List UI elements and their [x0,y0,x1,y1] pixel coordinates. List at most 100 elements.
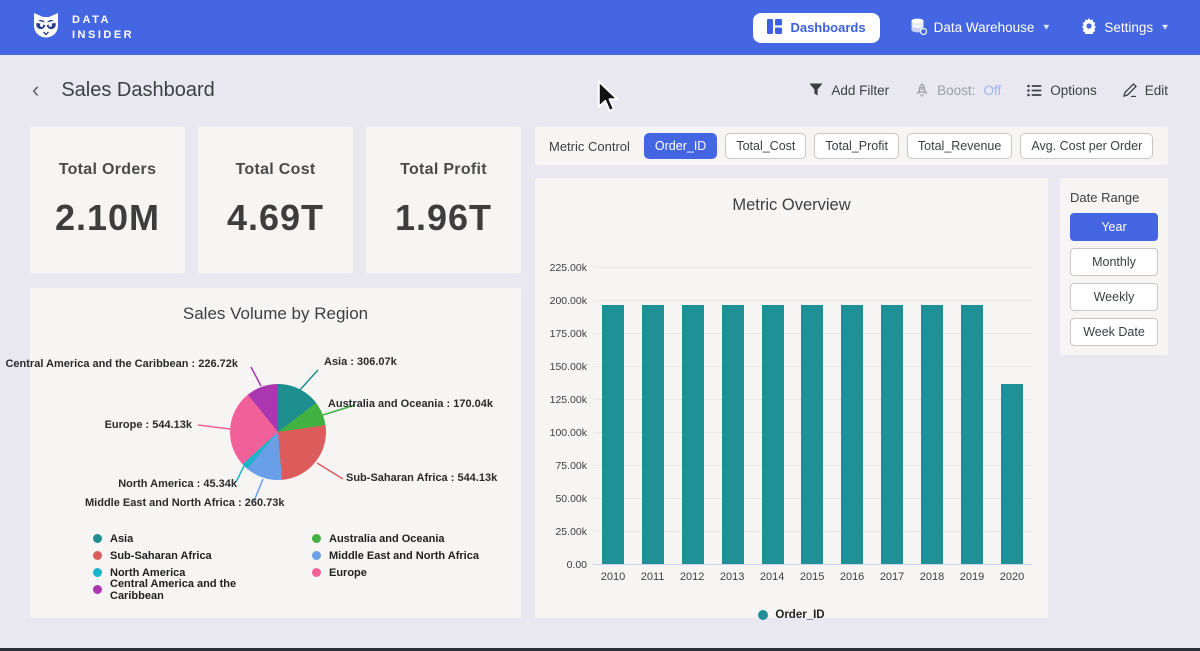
kpi-label: Total Orders [59,161,157,179]
bar-2011[interactable] [642,305,664,564]
kpi-card-total-orders: Total Orders2.10M [30,127,185,273]
metric-chip-avg-cost-per-order[interactable]: Avg. Cost per Order [1020,133,1153,159]
kpi-value: 4.69T [227,197,324,239]
y-tick-label: 100.00k [537,427,587,439]
nav-settings[interactable]: Settings ▼ [1081,18,1170,37]
bar-2016[interactable] [841,305,863,564]
pie-callout-north-america: North America : 45.34k [118,478,237,490]
bar-plot-area: 225.00k200.00k175.00k150.00k125.00k100.0… [593,267,1032,564]
x-tick-label-2020: 2020 [1000,571,1024,583]
y-tick-label: 200.00k [537,295,587,307]
x-tick-label-2017: 2017 [880,571,904,583]
pie-legend-item-europe: Europe [312,564,479,581]
pie-legend-item-sub-saharan-africa: Sub-Saharan Africa [93,547,290,564]
metric-control-bar: Metric Control Order_ID Total_Cost Total_P… [535,127,1168,165]
kpi-card-total-cost: Total Cost4.69T [198,127,353,273]
y-tick-label: 25.00k [537,526,587,538]
edit-button[interactable]: Edit [1123,83,1168,98]
kpi-card-total-profit: Total Profit1.96T [366,127,521,273]
metric-chip-order-id[interactable]: Order_ID [644,133,717,159]
pencil-icon [1123,83,1137,97]
x-tick-label-2013: 2013 [720,571,744,583]
pie-legend-label: Europe [329,567,367,579]
gridline [593,564,1032,565]
rocket-icon [915,83,929,98]
sales-volume-pie-panel: Sales Volume by Region Asia : 306.07k Au… [30,288,521,618]
metric-chip-total-profit[interactable]: Total_Profit [814,133,899,159]
date-range-monthly[interactable]: Monthly [1070,248,1158,276]
bar-2010[interactable] [602,305,624,564]
chevron-down-icon: ▼ [1041,23,1051,32]
brand-line2: INSIDER [72,28,134,43]
bar-2013[interactable] [722,305,744,564]
boost-toggle[interactable]: Boost: Off [915,83,1001,98]
metric-chip-total-cost[interactable]: Total_Cost [725,133,806,159]
pie-legend-item-asia: Asia [93,530,290,547]
bar-2018[interactable] [921,305,943,564]
edit-label: Edit [1145,83,1168,98]
x-tick-label-2010: 2010 [601,571,625,583]
pie-legend-label: Australia and Oceania [329,533,445,545]
y-tick-label: 50.00k [537,493,587,505]
y-tick-label: 150.00k [537,361,587,373]
brand[interactable]: DATA INSIDER [30,9,134,46]
database-icon [910,18,927,38]
x-tick-label-2011: 2011 [641,571,665,583]
add-filter-button[interactable]: Add Filter [809,83,889,98]
pie-callout-europe: Europe : 544.13k [105,419,192,431]
pie-legend-label: Middle East and North Africa [329,550,479,562]
bar-2017[interactable] [881,305,903,564]
date-range-title: Date Range [1070,190,1158,205]
y-tick-label: 0.00 [537,559,587,571]
metric-chips: Order_ID Total_Cost Total_Profit Total_Reve… [644,133,1153,159]
bar-2019[interactable] [961,305,983,564]
nav-data-warehouse[interactable]: Data Warehouse ▼ [910,18,1052,38]
bar-chart-legend[interactable]: Order_ID [535,609,1048,621]
pie-callout-australia-oceania: Australia and Oceania : 170.04k [328,398,493,410]
pie-chart[interactable] [230,384,326,480]
legend-dot [312,568,321,577]
y-tick-label: 75.00k [537,460,587,472]
legend-dot [758,610,768,620]
pie-callout-asia: Asia : 306.07k [324,356,397,368]
pie-callout-middle-east-north-africa: Middle East and North Africa : 260.73k [85,497,284,509]
legend-dot [93,568,102,577]
kpi-value: 1.96T [395,197,492,239]
back-button[interactable]: ‹ [32,79,39,101]
y-tick-label: 125.00k [537,394,587,406]
page-title: Sales Dashboard [61,79,214,102]
pie-callout-sub-saharan-africa: Sub-Saharan Africa : 544.13k [346,472,497,484]
legend-series-label: Order_ID [775,609,824,621]
x-tick-label-2016: 2016 [840,571,864,583]
bar-2020[interactable] [1001,384,1023,564]
date-range-weekly[interactable]: Weekly [1070,283,1158,311]
brand-line1: DATA [72,13,134,28]
options-button[interactable]: Options [1027,83,1097,98]
metric-overview-chart: Metric Overview 225.00k200.00k175.00k150… [535,178,1048,618]
pie-legend-label: Sub-Saharan Africa [110,550,212,562]
bar-2012[interactable] [682,305,704,564]
date-range-year[interactable]: Year [1070,213,1158,241]
x-tick-label-2018: 2018 [920,571,944,583]
legend-dot [93,585,102,594]
list-options-icon [1027,84,1042,97]
legend-dot [93,534,102,543]
pie-legend-label: Asia [110,533,133,545]
nav-dashboards-button[interactable]: Dashboards [753,13,879,43]
pie-area: Asia : 306.07k Australia and Oceania : 1… [30,288,521,618]
pie-legend: AsiaSub-Saharan AfricaNorth AmericaCentr… [93,530,479,598]
date-range-panel: Date Range Year Monthly Weekly Week Date [1060,178,1168,355]
owl-logo-icon [30,9,62,46]
date-range-week-date[interactable]: Week Date [1070,318,1158,346]
metric-chip-total-revenue[interactable]: Total_Revenue [907,133,1012,159]
legend-dot [93,551,102,560]
gear-icon [1081,18,1097,37]
metric-control-label: Metric Control [549,139,630,154]
pie-legend-item-central-america-and-the-caribbean: Central America and the Caribbean [93,581,290,598]
pie-callout-central-america-caribbean: Central America and the Caribbean : 226.… [5,358,238,370]
boost-state: Off [983,83,1001,98]
bar-2015[interactable] [801,305,823,564]
pie-legend-item-middle-east-and-north-africa: Middle East and North Africa [312,547,479,564]
bar-2014[interactable] [762,305,784,564]
options-label: Options [1050,83,1097,98]
